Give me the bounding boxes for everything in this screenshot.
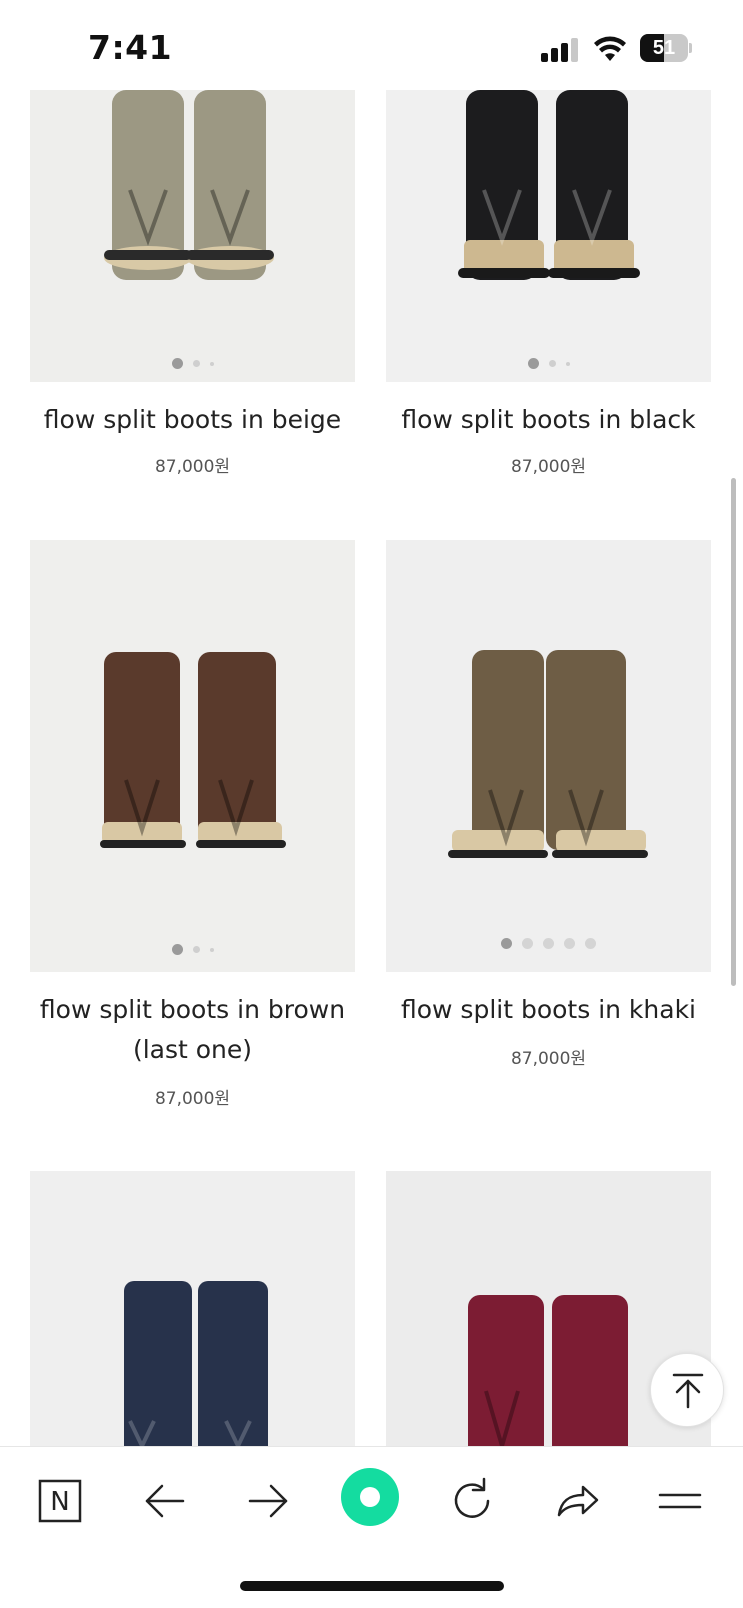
pager-dot[interactable] xyxy=(522,938,533,949)
boots-photo xyxy=(30,90,355,382)
boots-photo xyxy=(386,540,711,972)
scroll-to-top-button[interactable] xyxy=(650,1353,724,1427)
battery-icon: 51 xyxy=(640,34,692,62)
scrollbar[interactable] xyxy=(731,478,736,986)
product-image[interactable] xyxy=(386,90,711,382)
pager-dot[interactable] xyxy=(501,938,512,949)
pager-dot[interactable] xyxy=(548,360,556,367)
product-image[interactable] xyxy=(30,1171,355,1446)
product-card-brown[interactable]: flow split boots in brown (last one) 87,… xyxy=(30,540,355,1120)
share-icon xyxy=(557,1485,599,1517)
product-price: 87,000원 xyxy=(510,457,587,477)
cellular-signal-icon xyxy=(541,36,581,62)
pager-dot[interactable] xyxy=(209,947,214,952)
product-image[interactable] xyxy=(30,90,355,382)
forward-arrow-icon xyxy=(248,1484,288,1518)
image-pager-dots[interactable] xyxy=(30,358,355,369)
product-card-khaki[interactable]: flow split boots in khaki 87,000원 xyxy=(386,540,711,1070)
battery-level: 51 xyxy=(652,37,676,59)
naver-home-button[interactable]: N xyxy=(30,1471,90,1531)
product-name[interactable]: flow split boots in brown (last one) xyxy=(24,990,361,1070)
pager-dot[interactable] xyxy=(585,938,596,949)
boots-photo xyxy=(30,1171,355,1446)
product-price: 87,000원 xyxy=(510,1049,587,1069)
pager-dot[interactable] xyxy=(527,358,539,369)
reload-button[interactable] xyxy=(443,1471,503,1531)
pager-dot[interactable] xyxy=(543,938,554,949)
forward-button[interactable] xyxy=(238,1471,298,1531)
pager-dot[interactable] xyxy=(565,361,570,366)
product-price: 87,000원 xyxy=(154,457,231,477)
wifi-icon xyxy=(594,36,626,61)
svg-text:N: N xyxy=(50,1487,69,1517)
pager-dot[interactable] xyxy=(192,946,200,953)
reload-icon xyxy=(454,1477,490,1518)
product-name[interactable]: flow split boots in khaki xyxy=(380,990,717,1030)
product-card-navy[interactable] xyxy=(30,1171,355,1446)
arrow-up-icon xyxy=(672,1373,704,1409)
image-pager-dots[interactable] xyxy=(386,938,711,949)
back-arrow-icon xyxy=(145,1484,185,1518)
pager-dot[interactable] xyxy=(564,938,575,949)
home-indicator[interactable] xyxy=(240,1581,504,1591)
menu-icon xyxy=(658,1493,702,1509)
pager-dot[interactable] xyxy=(192,360,200,367)
image-pager-dots[interactable] xyxy=(386,358,711,369)
boots-photo xyxy=(30,540,355,972)
status-time: 7:41 xyxy=(88,28,173,67)
product-image[interactable] xyxy=(30,540,355,972)
green-dot-button[interactable] xyxy=(340,1467,400,1527)
product-image[interactable] xyxy=(386,540,711,972)
product-price: 87,000원 xyxy=(154,1089,231,1109)
green-dot-icon xyxy=(341,1468,399,1526)
product-name[interactable]: flow split boots in beige xyxy=(24,400,361,440)
back-button[interactable] xyxy=(135,1471,195,1531)
status-bar: 7:41 51 xyxy=(0,0,743,90)
boots-photo xyxy=(386,90,711,382)
pager-dot[interactable] xyxy=(171,944,183,955)
product-name[interactable]: flow split boots in black xyxy=(380,400,717,440)
image-pager-dots[interactable] xyxy=(30,944,355,955)
pager-dot[interactable] xyxy=(209,361,214,366)
menu-button[interactable] xyxy=(650,1471,710,1531)
share-button[interactable] xyxy=(547,1471,607,1531)
naver-n-icon: N xyxy=(38,1479,82,1523)
pager-dot[interactable] xyxy=(171,358,183,369)
